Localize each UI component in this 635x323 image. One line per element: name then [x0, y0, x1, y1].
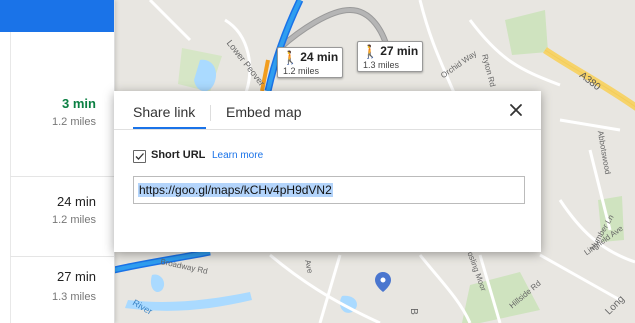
short-url-label: Short URL [151, 149, 206, 161]
route-distance: 1.2 miles [51, 214, 96, 226]
walk-badge-time: 24 min [300, 50, 339, 64]
share-url-field[interactable]: https://goo.gl/maps/kCHv4pH9dVN2 [133, 176, 525, 204]
tab-share-link[interactable]: Share link [133, 104, 195, 120]
route-option-1[interactable]: 3 min 1.2 miles [0, 90, 114, 170]
walk-badge-2[interactable]: 🚶 27 min 1.3 miles [357, 41, 424, 72]
tab-divider [210, 105, 211, 121]
road-label-b: B [407, 308, 419, 315]
share-dialog: Share link Embed map Short URL Learn mor… [114, 91, 541, 252]
learn-more-link[interactable]: Learn more [212, 150, 263, 161]
route-option-3[interactable]: 27 min 1.3 miles [0, 260, 114, 320]
close-button[interactable] [506, 100, 526, 120]
tab-embed-map[interactable]: Embed map [226, 104, 301, 120]
route-distance: 1.2 miles [51, 116, 96, 128]
walking-person-icon: 🚶 [282, 50, 299, 65]
walk-badge-1[interactable]: 🚶 24 min 1.2 miles [277, 47, 344, 78]
close-icon [510, 104, 522, 116]
walk-badge-distance: 1.2 miles [283, 66, 320, 76]
route-option-2[interactable]: 24 min 1.2 miles [0, 186, 114, 256]
panel-header-bar [0, 0, 114, 32]
dialog-tabs: Share link Embed map [114, 91, 541, 130]
route-panel: 3 min 1.2 miles 24 min 1.2 miles 27 min … [0, 0, 115, 323]
active-tab-indicator [133, 127, 206, 129]
route-time: 27 min [56, 269, 96, 284]
walking-person-icon: 🚶 [362, 44, 379, 59]
short-url-checkbox[interactable] [133, 150, 146, 163]
share-url-text[interactable]: https://goo.gl/maps/kCHv4pH9dVN2 [138, 183, 333, 197]
walk-badge-time: 27 min [380, 44, 419, 58]
walk-badge-distance: 1.3 miles [363, 60, 400, 70]
route-time: 3 min [62, 96, 96, 111]
checkmark-icon [135, 153, 144, 160]
route-divider [10, 256, 114, 257]
route-time: 24 min [56, 194, 96, 209]
route-divider [10, 176, 114, 177]
route-distance: 1.3 miles [51, 291, 96, 303]
